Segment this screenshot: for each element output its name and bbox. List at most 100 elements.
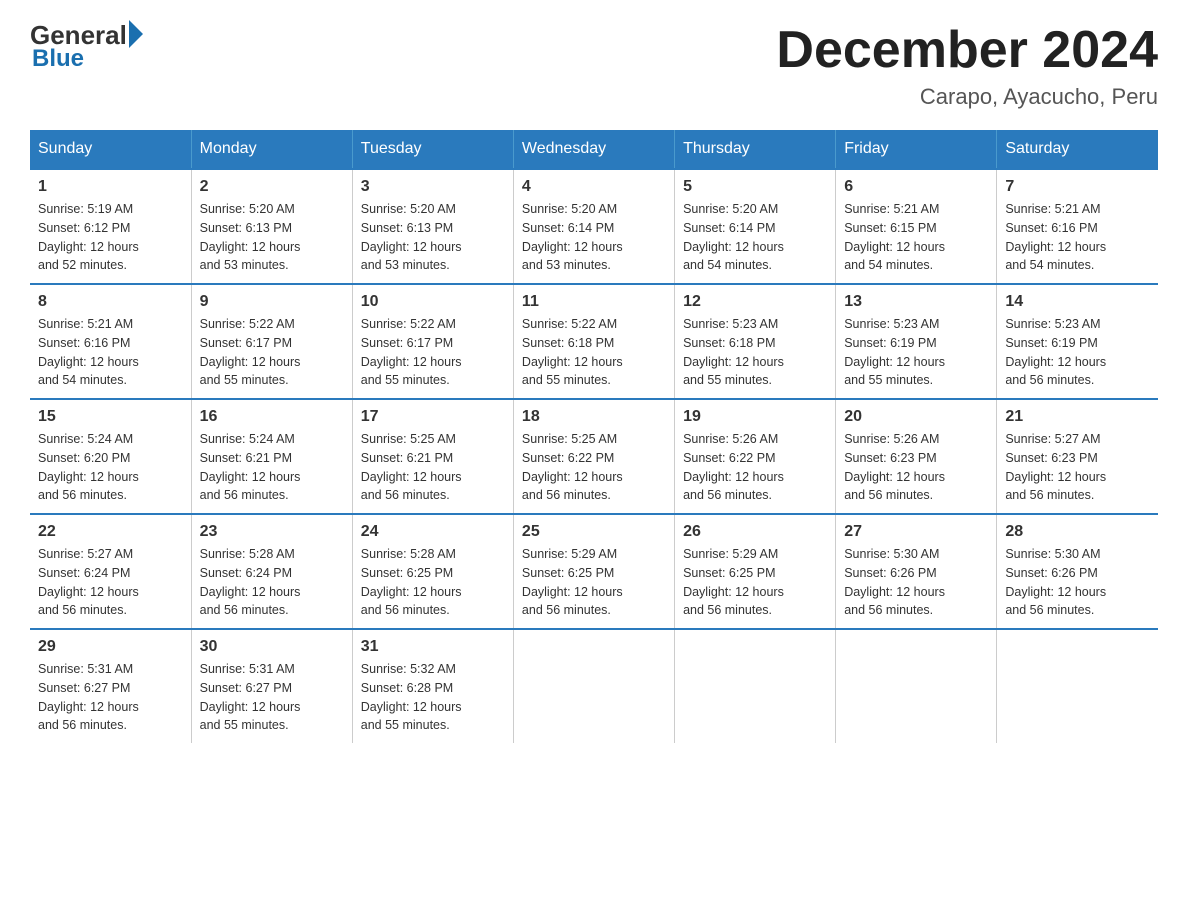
day-info: Sunrise: 5:22 AM Sunset: 6:18 PM Dayligh… (522, 315, 666, 390)
day-info: Sunrise: 5:21 AM Sunset: 6:16 PM Dayligh… (1005, 200, 1150, 275)
calendar-cell (997, 629, 1158, 743)
day-number: 2 (200, 178, 344, 196)
day-info: Sunrise: 5:27 AM Sunset: 6:23 PM Dayligh… (1005, 430, 1150, 505)
day-number: 9 (200, 293, 344, 311)
day-info: Sunrise: 5:23 AM Sunset: 6:19 PM Dayligh… (844, 315, 988, 390)
calendar-cell: 6 Sunrise: 5:21 AM Sunset: 6:15 PM Dayli… (836, 169, 997, 284)
calendar-cell: 4 Sunrise: 5:20 AM Sunset: 6:14 PM Dayli… (513, 169, 674, 284)
calendar-cell (513, 629, 674, 743)
calendar-cell: 5 Sunrise: 5:20 AM Sunset: 6:14 PM Dayli… (675, 169, 836, 284)
calendar-cell: 23 Sunrise: 5:28 AM Sunset: 6:24 PM Dayl… (191, 514, 352, 629)
day-number: 11 (522, 293, 666, 311)
day-info: Sunrise: 5:32 AM Sunset: 6:28 PM Dayligh… (361, 660, 505, 735)
calendar-cell: 7 Sunrise: 5:21 AM Sunset: 6:16 PM Dayli… (997, 169, 1158, 284)
logo-triangle-icon (129, 20, 143, 48)
day-number: 15 (38, 408, 183, 426)
day-number: 24 (361, 523, 505, 541)
calendar-cell: 8 Sunrise: 5:21 AM Sunset: 6:16 PM Dayli… (30, 284, 191, 399)
title-section: December 2024 Carapo, Ayacucho, Peru (776, 20, 1158, 110)
week-row-1: 1 Sunrise: 5:19 AM Sunset: 6:12 PM Dayli… (30, 169, 1158, 284)
col-friday: Friday (836, 130, 997, 169)
day-info: Sunrise: 5:23 AM Sunset: 6:18 PM Dayligh… (683, 315, 827, 390)
day-info: Sunrise: 5:30 AM Sunset: 6:26 PM Dayligh… (844, 545, 988, 620)
day-number: 3 (361, 178, 505, 196)
col-thursday: Thursday (675, 130, 836, 169)
day-info: Sunrise: 5:23 AM Sunset: 6:19 PM Dayligh… (1005, 315, 1150, 390)
day-info: Sunrise: 5:28 AM Sunset: 6:25 PM Dayligh… (361, 545, 505, 620)
day-info: Sunrise: 5:22 AM Sunset: 6:17 PM Dayligh… (200, 315, 344, 390)
day-number: 10 (361, 293, 505, 311)
calendar-cell: 27 Sunrise: 5:30 AM Sunset: 6:26 PM Dayl… (836, 514, 997, 629)
calendar-cell: 22 Sunrise: 5:27 AM Sunset: 6:24 PM Dayl… (30, 514, 191, 629)
day-info: Sunrise: 5:31 AM Sunset: 6:27 PM Dayligh… (38, 660, 183, 735)
day-info: Sunrise: 5:25 AM Sunset: 6:21 PM Dayligh… (361, 430, 505, 505)
day-number: 20 (844, 408, 988, 426)
day-info: Sunrise: 5:26 AM Sunset: 6:22 PM Dayligh… (683, 430, 827, 505)
logo-blue: Blue (32, 45, 84, 73)
calendar-cell: 24 Sunrise: 5:28 AM Sunset: 6:25 PM Dayl… (352, 514, 513, 629)
page-header: General Blue December 2024 Carapo, Ayacu… (30, 20, 1158, 110)
calendar-cell: 20 Sunrise: 5:26 AM Sunset: 6:23 PM Dayl… (836, 399, 997, 514)
col-monday: Monday (191, 130, 352, 169)
day-number: 4 (522, 178, 666, 196)
calendar-cell: 10 Sunrise: 5:22 AM Sunset: 6:17 PM Dayl… (352, 284, 513, 399)
col-saturday: Saturday (997, 130, 1158, 169)
day-number: 29 (38, 638, 183, 656)
calendar-cell: 21 Sunrise: 5:27 AM Sunset: 6:23 PM Dayl… (997, 399, 1158, 514)
calendar-cell: 2 Sunrise: 5:20 AM Sunset: 6:13 PM Dayli… (191, 169, 352, 284)
day-number: 22 (38, 523, 183, 541)
week-row-4: 22 Sunrise: 5:27 AM Sunset: 6:24 PM Dayl… (30, 514, 1158, 629)
day-number: 7 (1005, 178, 1150, 196)
calendar-cell: 17 Sunrise: 5:25 AM Sunset: 6:21 PM Dayl… (352, 399, 513, 514)
col-sunday: Sunday (30, 130, 191, 169)
day-number: 8 (38, 293, 183, 311)
calendar-cell: 18 Sunrise: 5:25 AM Sunset: 6:22 PM Dayl… (513, 399, 674, 514)
calendar-body: 1 Sunrise: 5:19 AM Sunset: 6:12 PM Dayli… (30, 169, 1158, 743)
header-row: Sunday Monday Tuesday Wednesday Thursday… (30, 130, 1158, 169)
day-number: 14 (1005, 293, 1150, 311)
week-row-5: 29 Sunrise: 5:31 AM Sunset: 6:27 PM Dayl… (30, 629, 1158, 743)
day-number: 26 (683, 523, 827, 541)
calendar-cell: 11 Sunrise: 5:22 AM Sunset: 6:18 PM Dayl… (513, 284, 674, 399)
calendar-cell (836, 629, 997, 743)
calendar-cell: 30 Sunrise: 5:31 AM Sunset: 6:27 PM Dayl… (191, 629, 352, 743)
col-wednesday: Wednesday (513, 130, 674, 169)
week-row-2: 8 Sunrise: 5:21 AM Sunset: 6:16 PM Dayli… (30, 284, 1158, 399)
day-number: 28 (1005, 523, 1150, 541)
calendar-cell: 28 Sunrise: 5:30 AM Sunset: 6:26 PM Dayl… (997, 514, 1158, 629)
day-info: Sunrise: 5:24 AM Sunset: 6:20 PM Dayligh… (38, 430, 183, 505)
day-info: Sunrise: 5:29 AM Sunset: 6:25 PM Dayligh… (683, 545, 827, 620)
calendar-cell: 29 Sunrise: 5:31 AM Sunset: 6:27 PM Dayl… (30, 629, 191, 743)
calendar-cell: 9 Sunrise: 5:22 AM Sunset: 6:17 PM Dayli… (191, 284, 352, 399)
calendar-cell: 12 Sunrise: 5:23 AM Sunset: 6:18 PM Dayl… (675, 284, 836, 399)
day-number: 31 (361, 638, 505, 656)
calendar-header: Sunday Monday Tuesday Wednesday Thursday… (30, 130, 1158, 169)
day-info: Sunrise: 5:20 AM Sunset: 6:13 PM Dayligh… (361, 200, 505, 275)
month-title: December 2024 (776, 20, 1158, 80)
day-info: Sunrise: 5:24 AM Sunset: 6:21 PM Dayligh… (200, 430, 344, 505)
day-info: Sunrise: 5:30 AM Sunset: 6:26 PM Dayligh… (1005, 545, 1150, 620)
day-info: Sunrise: 5:29 AM Sunset: 6:25 PM Dayligh… (522, 545, 666, 620)
day-number: 5 (683, 178, 827, 196)
day-info: Sunrise: 5:25 AM Sunset: 6:22 PM Dayligh… (522, 430, 666, 505)
day-number: 25 (522, 523, 666, 541)
calendar-cell: 16 Sunrise: 5:24 AM Sunset: 6:21 PM Dayl… (191, 399, 352, 514)
calendar-cell: 31 Sunrise: 5:32 AM Sunset: 6:28 PM Dayl… (352, 629, 513, 743)
day-number: 13 (844, 293, 988, 311)
calendar-cell (675, 629, 836, 743)
calendar-cell: 26 Sunrise: 5:29 AM Sunset: 6:25 PM Dayl… (675, 514, 836, 629)
day-info: Sunrise: 5:20 AM Sunset: 6:13 PM Dayligh… (200, 200, 344, 275)
calendar-cell: 19 Sunrise: 5:26 AM Sunset: 6:22 PM Dayl… (675, 399, 836, 514)
col-tuesday: Tuesday (352, 130, 513, 169)
day-number: 12 (683, 293, 827, 311)
day-info: Sunrise: 5:22 AM Sunset: 6:17 PM Dayligh… (361, 315, 505, 390)
logo: General Blue (30, 20, 143, 73)
calendar-table: Sunday Monday Tuesday Wednesday Thursday… (30, 130, 1158, 743)
day-number: 6 (844, 178, 988, 196)
day-info: Sunrise: 5:28 AM Sunset: 6:24 PM Dayligh… (200, 545, 344, 620)
calendar-cell: 14 Sunrise: 5:23 AM Sunset: 6:19 PM Dayl… (997, 284, 1158, 399)
day-number: 1 (38, 178, 183, 196)
day-number: 27 (844, 523, 988, 541)
calendar-cell: 15 Sunrise: 5:24 AM Sunset: 6:20 PM Dayl… (30, 399, 191, 514)
day-number: 21 (1005, 408, 1150, 426)
